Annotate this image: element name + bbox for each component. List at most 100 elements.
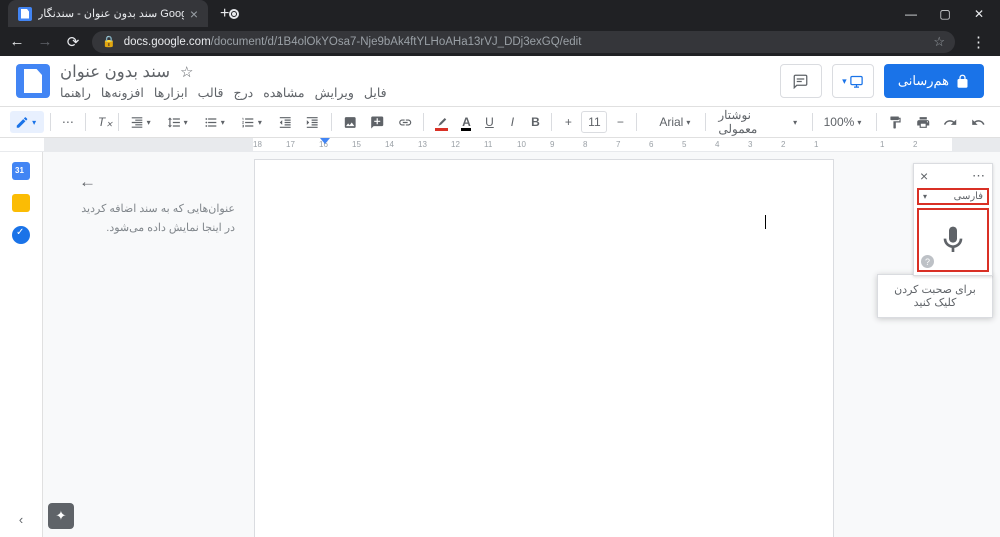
- url-text: docs.google.com/document/d/1B4olOkYOsa7-…: [124, 36, 582, 48]
- line-spacing-button[interactable]: [162, 111, 196, 133]
- bookmark-star-icon[interactable]: ☆: [933, 34, 945, 50]
- outline-placeholder: عنوان‌هایی که به سند اضافه کردید در اینج…: [79, 192, 235, 237]
- zoom-select[interactable]: 100%: [819, 111, 870, 133]
- page[interactable]: [254, 159, 834, 537]
- mode-button[interactable]: [10, 111, 44, 133]
- side-panel-rail: ‹: [0, 152, 42, 537]
- insert-comment-button[interactable]: [365, 111, 389, 133]
- indent-decrease-icon: [278, 115, 292, 130]
- font-size-field[interactable]: 11: [581, 111, 607, 133]
- increase-font-button[interactable]: +: [558, 111, 578, 133]
- voice-tooltip: برای صحبت کردن کلیک کنید: [877, 274, 993, 318]
- print-icon: [916, 115, 930, 130]
- align-right-icon: [130, 115, 144, 130]
- present-icon: [849, 74, 864, 89]
- image-icon: [343, 115, 357, 130]
- decrease-font-button[interactable]: −: [610, 111, 630, 133]
- back-button[interactable]: ←: [8, 33, 26, 50]
- voice-mic-button[interactable]: ?: [917, 208, 989, 272]
- explore-button[interactable]: [48, 503, 74, 529]
- bold-button[interactable]: B: [525, 111, 545, 133]
- browser-tab[interactable]: سند بدون عنوان - سندنگار Google ×: [8, 0, 208, 27]
- bullet-list-button[interactable]: [199, 111, 233, 133]
- menu-file[interactable]: فایل: [364, 85, 387, 100]
- microphone-icon: [937, 218, 969, 262]
- profile-icon[interactable]: [229, 9, 239, 19]
- redo-icon: [943, 115, 957, 130]
- undo-button[interactable]: [966, 111, 990, 133]
- star-document-icon[interactable]: ☆: [180, 63, 193, 81]
- lock-icon: 🔒: [102, 35, 116, 48]
- docs-home-icon[interactable]: [16, 64, 50, 98]
- clear-formatting-button[interactable]: T✕: [92, 111, 112, 133]
- present-button[interactable]: ▾: [832, 64, 874, 98]
- italic-button[interactable]: I: [502, 111, 522, 133]
- paint-roller-icon: [888, 115, 902, 130]
- paint-format-button[interactable]: [883, 111, 907, 133]
- hide-side-panel-button[interactable]: ‹: [19, 512, 23, 527]
- link-icon: [398, 115, 412, 130]
- increase-indent-button[interactable]: [300, 111, 324, 133]
- underline-button[interactable]: U: [479, 111, 499, 133]
- voice-typing-panel: × ⋯ ▾ فارسی ?: [913, 163, 993, 276]
- reload-button[interactable]: ⟳: [64, 33, 82, 51]
- tasks-icon[interactable]: [12, 226, 30, 244]
- menu-format[interactable]: قالب: [198, 85, 224, 100]
- redo-button[interactable]: [938, 111, 962, 133]
- keep-icon[interactable]: [12, 194, 30, 212]
- numbered-list-icon: [241, 115, 255, 130]
- menu-tools[interactable]: ابزارها: [154, 85, 188, 100]
- print-button[interactable]: [911, 111, 935, 133]
- close-window-button[interactable]: ✕: [972, 7, 986, 21]
- menu-insert[interactable]: درج: [234, 85, 254, 100]
- numbered-list-button[interactable]: [236, 111, 270, 133]
- new-tab-button[interactable]: +: [220, 5, 229, 23]
- menu-addons[interactable]: افزونه‌ها: [101, 85, 144, 100]
- minimize-button[interactable]: —: [904, 7, 918, 21]
- voice-more-button[interactable]: ⋯: [972, 168, 986, 184]
- voice-help-icon[interactable]: ?: [921, 255, 934, 268]
- more-button[interactable]: ⋯: [57, 111, 79, 133]
- insert-image-button[interactable]: [338, 111, 362, 133]
- tab-title: سند بدون عنوان - سندنگار Google: [38, 7, 184, 20]
- highlight-color-button[interactable]: [430, 111, 453, 133]
- docs-header: هم‌رسانی ▾ ☆ سند بدون عنوان فایل ویرایش …: [0, 56, 1000, 106]
- paragraph-style-select[interactable]: نوشتار معمولی: [712, 111, 806, 133]
- highlighter-icon: [435, 116, 448, 128]
- document-canvas[interactable]: ← عنوان‌هایی که به سند اضافه کردید در ای…: [42, 152, 1000, 537]
- decrease-indent-button[interactable]: [273, 111, 297, 133]
- align-button[interactable]: [125, 111, 159, 133]
- text-color-button[interactable]: A: [456, 111, 476, 133]
- browser-tab-strip: سند بدون عنوان - سندنگار Google × + — ▢ …: [0, 0, 1000, 27]
- ruler[interactable]: 18171615141312111098765432112: [0, 138, 1000, 152]
- outline-collapse-icon[interactable]: ←: [79, 172, 96, 192]
- insert-link-button[interactable]: [393, 111, 417, 133]
- indent-marker[interactable]: [320, 138, 330, 144]
- voice-close-button[interactable]: ×: [920, 168, 928, 184]
- menu-help[interactable]: راهنما: [60, 85, 91, 100]
- bullet-list-icon: [204, 115, 218, 130]
- text-cursor: [765, 215, 766, 229]
- indent-increase-icon: [305, 115, 319, 130]
- voice-language-select[interactable]: ▾ فارسی: [917, 188, 989, 205]
- comment-history-button[interactable]: [780, 64, 822, 98]
- undo-icon: [971, 115, 985, 130]
- calendar-icon[interactable]: [12, 162, 30, 180]
- menu-bar: فایل ویرایش مشاهده درج قالب ابزارها افزو…: [60, 85, 387, 100]
- address-bar: ← → ⟳ 🔒 docs.google.com/document/d/1B4ol…: [0, 27, 1000, 56]
- comment-icon: [793, 74, 808, 89]
- add-comment-icon: [370, 115, 384, 130]
- document-title[interactable]: سند بدون عنوان: [60, 62, 170, 82]
- share-button[interactable]: هم‌رسانی: [884, 64, 984, 98]
- menu-view[interactable]: مشاهده: [263, 85, 304, 100]
- font-family-select[interactable]: Arial: [643, 111, 699, 133]
- maximize-button[interactable]: ▢: [938, 7, 952, 21]
- window-controls: — ▢ ✕: [890, 7, 1000, 21]
- menu-edit[interactable]: ویرایش: [315, 85, 354, 100]
- pencil-icon: [15, 115, 29, 130]
- close-tab-icon[interactable]: ×: [190, 6, 198, 22]
- chrome-menu-icon[interactable]: ⋮: [965, 33, 992, 51]
- forward-button: →: [36, 33, 54, 50]
- url-field[interactable]: 🔒 docs.google.com/document/d/1B4olOkYOsa…: [92, 31, 955, 53]
- toolbar: ⋯ T✕ A U I B + 11 − Arial نوشتار معمولی …: [0, 106, 1000, 138]
